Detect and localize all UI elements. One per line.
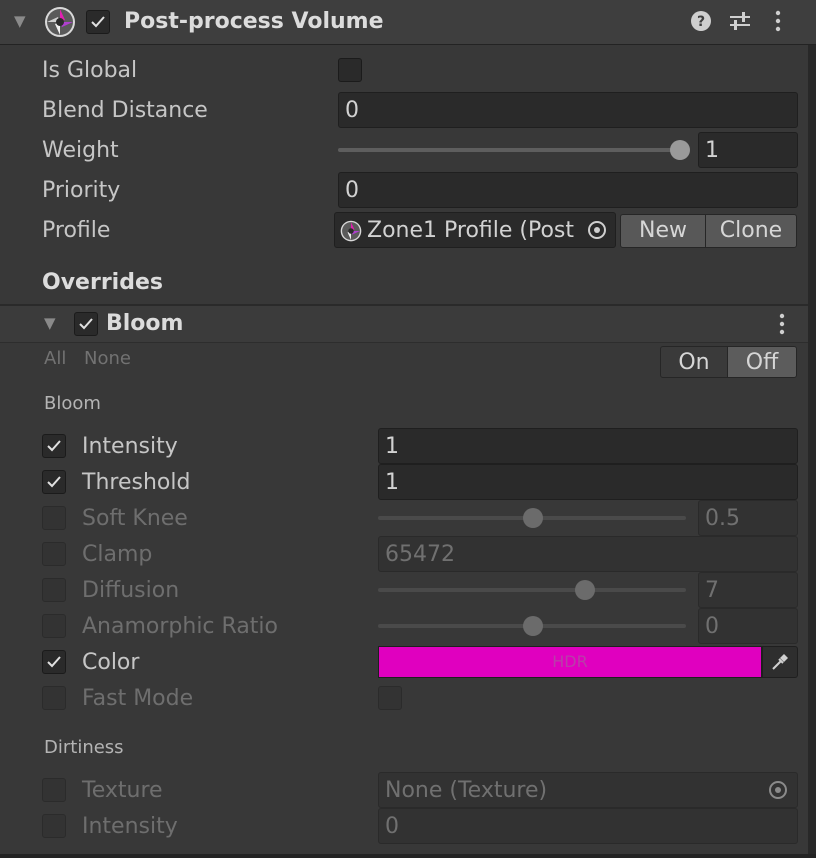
anamorphic-ratio-field[interactable]: 0 — [698, 608, 798, 644]
diffusion-label: Diffusion — [82, 578, 180, 603]
bloom-title: Bloom — [106, 311, 184, 336]
priority-label: Priority — [42, 178, 121, 203]
anamorphic-ratio-label: Anamorphic Ratio — [82, 614, 279, 639]
fast-mode-override-checkbox[interactable] — [42, 686, 66, 710]
bloom-enabled-checkbox[interactable] — [74, 312, 98, 336]
profile-label: Profile — [42, 218, 111, 243]
blend-distance-label: Blend Distance — [42, 98, 208, 123]
toggle-none-link[interactable]: None — [84, 348, 131, 369]
component-title: Post-process Volume — [124, 9, 384, 34]
soft-knee-slider-handle[interactable] — [523, 508, 543, 528]
weight-field[interactable]: 1 — [698, 132, 798, 168]
toggle-all-link[interactable]: All — [44, 348, 66, 369]
help-icon[interactable]: ? — [690, 10, 712, 36]
hdr-label: HDR — [552, 652, 588, 671]
is-global-label: Is Global — [42, 58, 138, 83]
component-header[interactable]: ▼ Post-process Volume ? — [0, 0, 816, 45]
clone-profile-button[interactable]: Clone — [705, 214, 797, 248]
overrides-heading: Overrides — [42, 270, 163, 295]
bloom-foldout-icon[interactable]: ▼ — [44, 314, 56, 332]
color-override-checkbox[interactable] — [42, 650, 66, 674]
kebab-menu-icon[interactable] — [774, 10, 782, 36]
intensity-override-checkbox[interactable] — [42, 434, 66, 458]
weight-slider-handle[interactable] — [670, 140, 690, 160]
dirt-texture-field[interactable]: None (Texture) — [378, 772, 798, 808]
color-label: Color — [82, 650, 140, 675]
anamorphic-ratio-override-checkbox[interactable] — [42, 614, 66, 638]
bloom-menu-icon[interactable] — [778, 313, 786, 339]
profile-asset-icon — [340, 220, 362, 246]
fast-mode-label: Fast Mode — [82, 686, 194, 711]
weight-label: Weight — [42, 138, 119, 163]
eyedropper-icon — [770, 652, 790, 676]
threshold-label: Threshold — [82, 470, 191, 495]
soft-knee-override-checkbox[interactable] — [42, 506, 66, 530]
clamp-label: Clamp — [82, 542, 153, 567]
dirt-texture-override-checkbox[interactable] — [42, 778, 66, 802]
dirtiness-section-label: Dirtiness — [44, 737, 124, 758]
priority-field[interactable]: 0 — [338, 172, 798, 208]
soft-knee-label: Soft Knee — [82, 506, 188, 531]
new-profile-button[interactable]: New — [620, 214, 706, 248]
bloom-on-button[interactable]: On — [660, 346, 728, 378]
svg-text:?: ? — [697, 14, 705, 30]
panel-bottom-edge — [0, 854, 816, 858]
presets-sliders-icon[interactable] — [728, 10, 752, 36]
object-picker-icon[interactable] — [586, 219, 608, 245]
bloom-off-button[interactable]: Off — [727, 346, 797, 378]
bloom-section-label: Bloom — [44, 393, 101, 414]
dirt-intensity-override-checkbox[interactable] — [42, 814, 66, 838]
dirt-intensity-field[interactable]: 0 — [378, 808, 798, 844]
intensity-label: Intensity — [82, 434, 178, 459]
dirt-texture-label: Texture — [82, 778, 163, 803]
eyedropper-button[interactable] — [762, 646, 798, 678]
fast-mode-checkbox[interactable] — [378, 686, 402, 710]
diffusion-override-checkbox[interactable] — [42, 578, 66, 602]
profile-object-field[interactable]: Zone1 Profile (Post — [334, 212, 616, 248]
anamorphic-ratio-slider-handle[interactable] — [523, 616, 543, 636]
color-swatch-field[interactable]: HDR — [378, 646, 762, 678]
clamp-field[interactable]: 65472 — [378, 536, 798, 572]
blend-distance-field[interactable]: 0 — [338, 92, 798, 128]
component-enabled-checkbox[interactable] — [86, 10, 110, 34]
soft-knee-field[interactable]: 0.5 — [698, 500, 798, 536]
texture-picker-icon[interactable] — [767, 779, 789, 805]
is-global-checkbox[interactable] — [338, 58, 362, 82]
profile-value: Zone1 Profile (Post — [367, 218, 575, 243]
weight-slider-track[interactable] — [338, 148, 684, 152]
clamp-override-checkbox[interactable] — [42, 542, 66, 566]
diffusion-field[interactable]: 7 — [698, 572, 798, 608]
post-process-icon — [44, 6, 76, 42]
foldout-arrow-icon[interactable]: ▼ — [14, 12, 26, 30]
intensity-field[interactable]: 1 — [378, 428, 798, 464]
dirt-intensity-label: Intensity — [82, 814, 178, 839]
threshold-override-checkbox[interactable] — [42, 470, 66, 494]
panel-right-edge — [808, 0, 816, 858]
diffusion-slider-handle[interactable] — [574, 580, 595, 600]
diffusion-slider-track[interactable] — [378, 588, 686, 592]
threshold-field[interactable]: 1 — [378, 464, 798, 500]
